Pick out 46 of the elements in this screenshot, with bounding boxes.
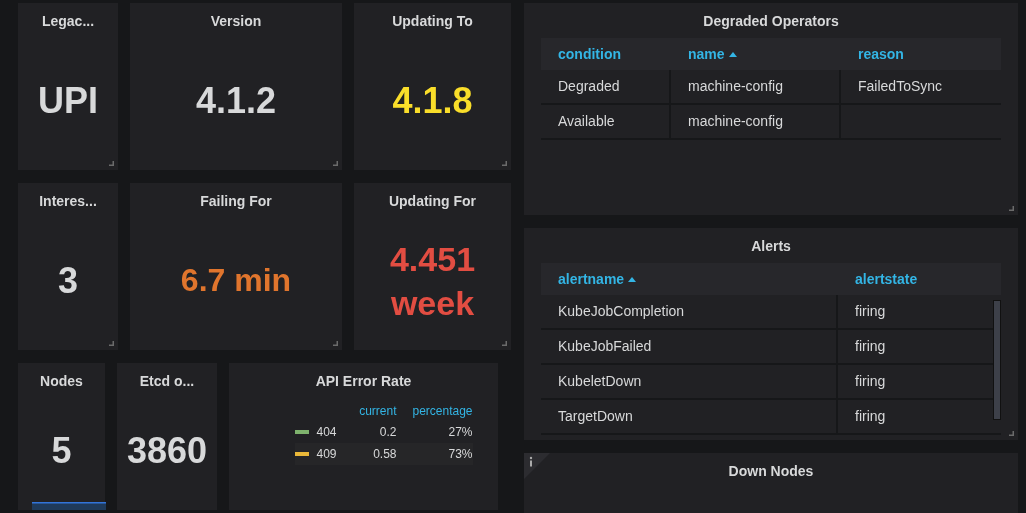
table-cell-text: KubeletDown xyxy=(558,372,642,391)
legend-label[interactable]: 409 xyxy=(316,445,337,463)
table-cell-text: machine-config xyxy=(688,112,783,131)
table-cell-text: firing xyxy=(855,337,886,356)
stat-value: UPI xyxy=(38,78,98,123)
legend-column-header[interactable]: current xyxy=(354,402,397,420)
stat-value: 4.1.2 xyxy=(195,78,277,123)
panel-title: API Error Rate xyxy=(315,372,412,391)
column-header[interactable]: reason xyxy=(858,43,904,65)
table-cell-text: Available xyxy=(558,112,615,131)
table-cell-text: firing xyxy=(855,302,886,321)
panel-title: Degraded Operators xyxy=(703,12,839,31)
column-header[interactable]: condition xyxy=(558,43,621,65)
table-cell-text: FailedToSync xyxy=(858,77,943,96)
stat-value: 4.1.8 xyxy=(392,78,473,123)
legend-value: 0.2 xyxy=(378,424,397,441)
column-header[interactable]: name xyxy=(688,43,737,65)
panel-title: Updating For xyxy=(388,192,477,211)
table-cell-text: TargetDown xyxy=(558,407,633,426)
panel-title: Nodes xyxy=(40,372,83,391)
legend-value: 27% xyxy=(447,424,473,441)
table-cell-text: Degraded xyxy=(558,77,620,96)
legend-value: 0.58 xyxy=(372,446,397,463)
stat-value: 6.7 min xyxy=(180,261,292,301)
panel-title: Alerts xyxy=(751,237,791,256)
panel-title: Legac... xyxy=(41,12,95,31)
legend-label[interactable]: 404 xyxy=(316,423,337,441)
table-cell-text: firing xyxy=(855,407,886,426)
stat-value: 5 xyxy=(51,428,72,473)
panel-title: Updating To xyxy=(392,12,473,31)
stat-value: 4.451 week xyxy=(388,238,477,324)
panel-title: Etcd o... xyxy=(139,372,195,391)
panel-title: Failing For xyxy=(200,192,272,211)
panel-title: Version xyxy=(210,12,262,31)
stat-value: 3860 xyxy=(126,428,208,473)
table-cell-text: KubeJobCompletion xyxy=(558,302,685,321)
panel-title: Interes... xyxy=(39,192,97,211)
column-header[interactable]: alertstate xyxy=(855,268,918,290)
legend-column-header[interactable]: percentage xyxy=(396,402,473,420)
table-cell-text: machine-config xyxy=(688,77,783,96)
stat-value: 3 xyxy=(58,258,78,303)
table-cell-text: firing xyxy=(855,372,886,391)
table-cell-text: KubeJobFailed xyxy=(558,337,652,356)
legend-value: 73% xyxy=(447,446,473,463)
panel-title: Down Nodes xyxy=(728,462,814,481)
column-header[interactable]: alertname xyxy=(558,268,637,290)
